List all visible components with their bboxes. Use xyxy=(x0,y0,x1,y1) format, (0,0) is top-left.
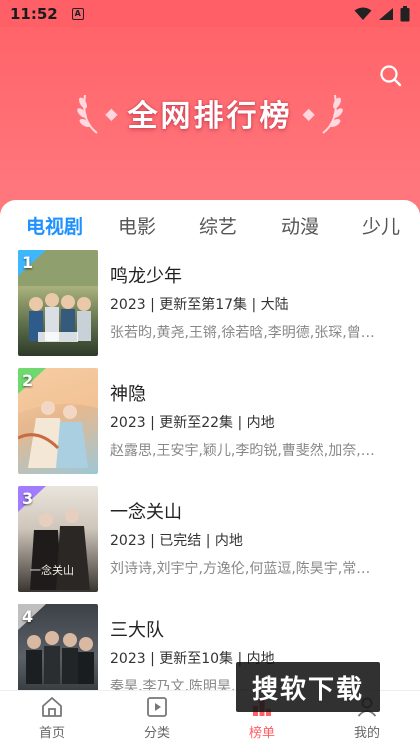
category-tabs: 电视剧 电影 综艺 动漫 少儿 xyxy=(0,200,420,246)
nav-category[interactable]: 分类 xyxy=(127,695,187,741)
signal-icon xyxy=(379,7,393,20)
item-cast: 赵露思,王安宇,颖儿,李昀锐,曹斐然,加奈,薛... xyxy=(110,443,380,459)
item-meta: 2023 | 更新至第17集 | 大陆 xyxy=(110,297,289,313)
item-cast: 刘诗诗,刘宇宁,方逸伦,何蓝逗,陈昊宇,常华森... xyxy=(110,561,380,577)
battery-icon xyxy=(400,5,410,21)
laurel-left-icon xyxy=(77,94,98,134)
diamond-icon: ◆ xyxy=(105,103,118,123)
status-bar: 11:52 A xyxy=(0,0,420,27)
home-icon xyxy=(42,697,62,717)
item-title: 神隐 xyxy=(110,384,146,405)
poster-image: 2 xyxy=(18,368,98,474)
nav-label: 首页 xyxy=(38,726,65,741)
tab-tv-series[interactable]: 电视剧 xyxy=(26,212,83,239)
list-item[interactable]: 2 神隐 2023 | 更新至22集 | 内地 赵露思,王安宇,颖儿,李昀锐,曹… xyxy=(18,368,418,474)
nav-label: 分类 xyxy=(143,726,170,741)
tab-anime[interactable]: 动漫 xyxy=(281,212,319,239)
tab-variety[interactable]: 综艺 xyxy=(199,212,237,239)
tab-movies[interactable]: 电影 xyxy=(118,212,156,239)
list-item[interactable]: 一念关山 3 一念关山 2023 | 已完结 | 内地 刘诗诗,刘宇宁,方逸伦,… xyxy=(18,486,418,592)
header-banner: ◆ 全网排行榜 ◆ xyxy=(0,27,420,222)
watermark-overlay: 搜软下载 xyxy=(236,662,380,712)
rank-number: 3 xyxy=(22,489,34,508)
watermark-text: 搜软下载 xyxy=(251,674,364,705)
laurel-right-icon xyxy=(322,94,343,134)
rank-number: 1 xyxy=(22,253,34,272)
notification-icon: A xyxy=(71,7,84,20)
item-title: 一念关山 xyxy=(110,502,182,523)
list-item[interactable]: 1 鸣龙少年 2023 | 更新至第17集 | 大陆 张若昀,黄尧,王锵,徐若晗… xyxy=(18,250,418,356)
status-time: 11:52 xyxy=(10,4,58,23)
item-title: 三大队 xyxy=(110,620,164,641)
item-title: 鸣龙少年 xyxy=(110,266,182,287)
category-icon xyxy=(147,697,167,717)
rank-number: 2 xyxy=(22,371,34,390)
status-icons xyxy=(354,5,410,22)
diamond-icon: ◆ xyxy=(302,103,315,123)
nav-label: 榜单 xyxy=(248,726,275,741)
page-title: 全网排行榜 xyxy=(127,99,293,134)
item-cast: 张若昀,黄尧,王锵,徐若晗,李明德,张琛,曾宥... xyxy=(110,325,380,341)
rank-number: 4 xyxy=(22,607,34,626)
svg-text:一念关山: 一念关山 xyxy=(30,563,74,577)
nav-label: 我的 xyxy=(353,726,380,741)
item-meta: 2023 | 更新至22集 | 内地 xyxy=(110,415,275,431)
poster-image: 1 xyxy=(18,250,98,356)
poster-image: 一念关山 3 xyxy=(18,486,98,592)
nav-home[interactable]: 首页 xyxy=(22,695,82,741)
wifi-icon xyxy=(354,7,372,20)
ranking-banner: ◆ 全网排行榜 ◆ xyxy=(0,85,420,141)
item-meta: 2023 | 已完结 | 内地 xyxy=(110,533,243,549)
tab-kids[interactable]: 少儿 xyxy=(362,212,400,239)
